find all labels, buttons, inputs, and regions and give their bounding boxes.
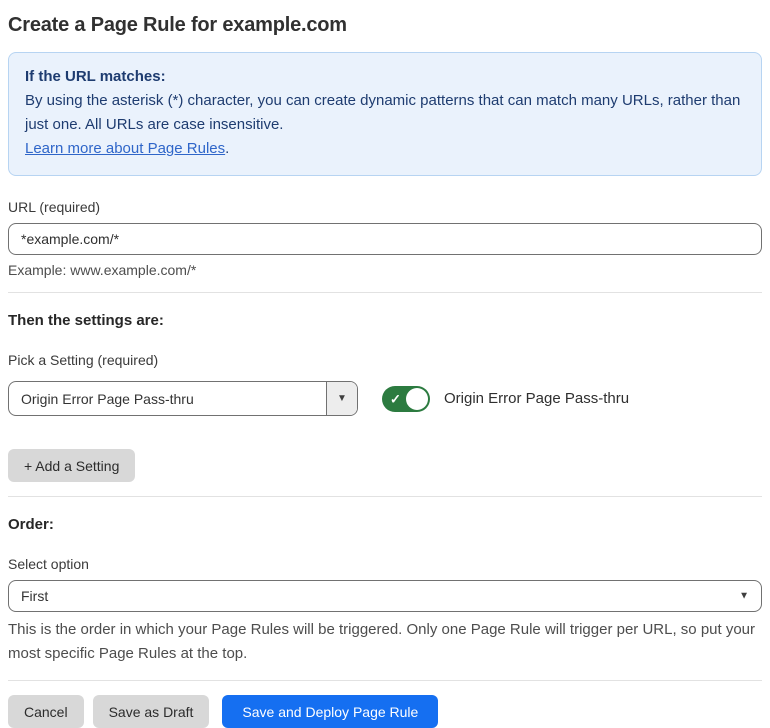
info-heading: If the URL matches: [25, 68, 166, 85]
chevron-down-icon: ▼ [739, 590, 749, 602]
add-setting-button[interactable]: + Add a Setting [8, 449, 136, 482]
order-helper-text: This is the order in which your Page Rul… [8, 621, 756, 662]
learn-more-link[interactable]: Learn more about Page Rules [25, 140, 225, 157]
divider [8, 496, 762, 497]
divider [8, 292, 762, 293]
info-body: By using the asterisk (*) character, you… [25, 92, 741, 133]
divider [8, 680, 762, 681]
save-as-draft-button[interactable]: Save as Draft [92, 695, 210, 728]
setting-picker-label: Pick a Setting (required) [8, 352, 159, 368]
order-section-heading: Order: [8, 516, 54, 533]
setting-picker-value: Origin Error Page Pass-thru [21, 390, 194, 407]
url-field-helper: Example: www.example.com/* [8, 262, 197, 278]
page-title: Create a Page Rule for example.com [8, 14, 347, 36]
setting-toggle[interactable]: ✓ [382, 385, 430, 412]
url-match-info-callout: If the URL matches: By using the asteris… [8, 52, 762, 176]
info-link-suffix: . [225, 140, 230, 157]
chevron-down-icon[interactable]: ▼ [326, 382, 357, 415]
footer-actions: Cancel Save as Draft Save and Deploy Pag… [8, 695, 762, 728]
settings-section-heading: Then the settings are: [8, 312, 164, 329]
check-icon: ✓ [390, 391, 401, 406]
setting-picker-dropdown[interactable]: Origin Error Page Pass-thru ▼ [8, 381, 358, 416]
order-select-label: Select option [8, 556, 89, 572]
url-field-label: URL (required) [8, 199, 101, 215]
order-select-value: First [21, 588, 49, 604]
save-and-deploy-button[interactable]: Save and Deploy Page Rule [222, 695, 439, 728]
setting-toggle-label: Origin Error Page Pass-thru [444, 390, 630, 407]
cancel-button[interactable]: Cancel [8, 695, 84, 728]
info-link-line: Learn more about Page Rules. [25, 137, 745, 161]
page-rule-form: Create a Page Rule for example.com If th… [0, 0, 770, 728]
order-select[interactable]: First ▼ [8, 580, 762, 612]
toggle-knob [406, 387, 428, 410]
setting-row: Origin Error Page Pass-thru ▼ ✓ Origin E… [8, 381, 762, 416]
url-input[interactable] [8, 223, 762, 255]
